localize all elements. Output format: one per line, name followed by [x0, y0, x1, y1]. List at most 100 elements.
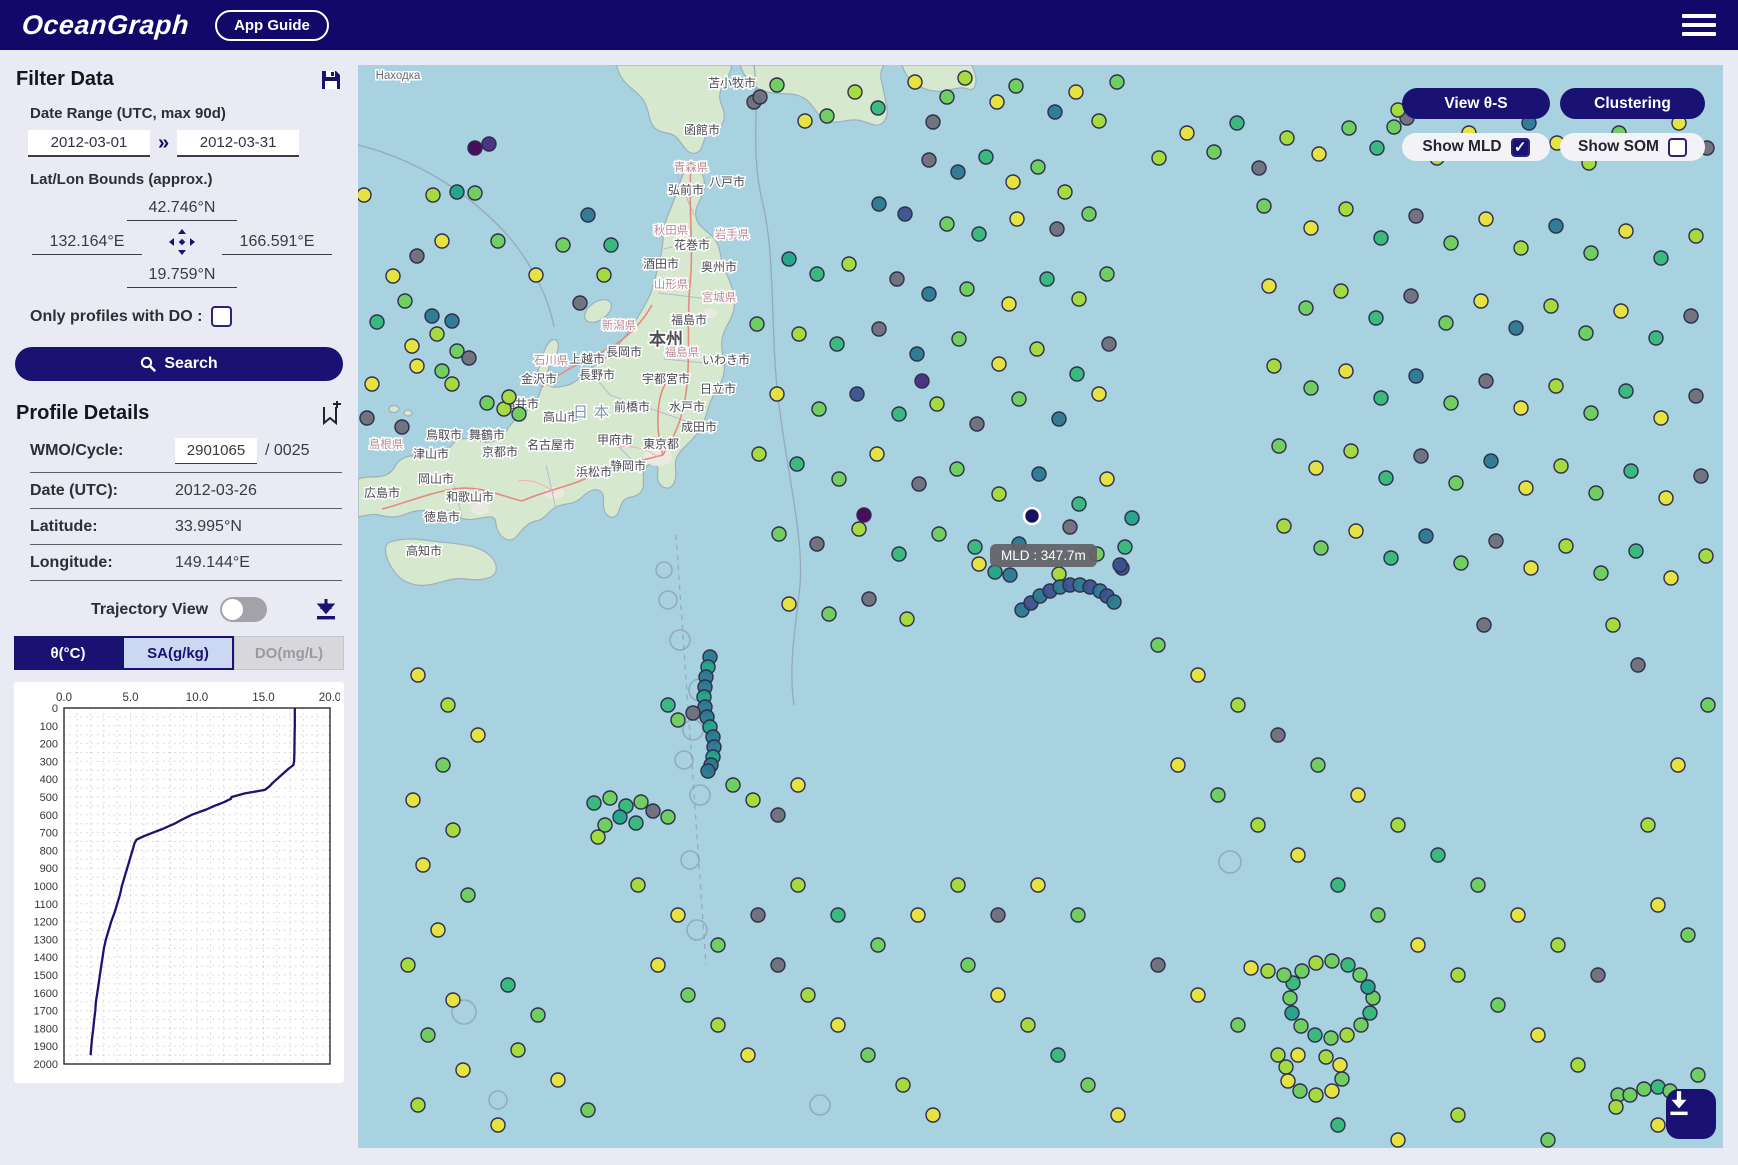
profile-marker[interactable]	[848, 85, 862, 99]
show-som-pill[interactable]: Show SOM	[1560, 133, 1705, 161]
profile-marker[interactable]	[871, 938, 885, 952]
east-bound-input[interactable]	[222, 230, 332, 255]
profile-marker[interactable]	[410, 359, 424, 373]
profile-marker[interactable]	[1339, 364, 1353, 378]
profile-marker[interactable]	[480, 396, 494, 410]
profile-marker[interactable]	[1285, 1006, 1299, 1020]
profile-marker[interactable]	[1293, 1084, 1307, 1098]
profile-marker[interactable]	[1409, 209, 1423, 223]
profile-marker[interactable]	[1681, 928, 1695, 942]
profile-marker[interactable]	[926, 115, 940, 129]
profile-marker[interactable]	[556, 238, 570, 252]
profile-marker[interactable]	[1012, 392, 1026, 406]
profile-marker[interactable]	[701, 764, 715, 778]
profile-marker[interactable]	[870, 447, 884, 461]
profile-marker[interactable]	[1072, 292, 1086, 306]
profile-marker[interactable]	[1207, 145, 1221, 159]
profile-marker[interactable]	[1110, 75, 1124, 89]
profile-marker[interactable]	[426, 188, 440, 202]
profile-marker[interactable]	[992, 357, 1006, 371]
profile-marker[interactable]	[1100, 267, 1114, 281]
search-button[interactable]: Search	[15, 347, 343, 381]
profile-marker[interactable]	[1349, 524, 1363, 538]
profile-marker[interactable]	[1549, 219, 1563, 233]
profile-marker[interactable]	[1058, 185, 1072, 199]
show-mld-checkbox[interactable]: ✓	[1511, 138, 1530, 157]
profile-marker[interactable]	[468, 186, 482, 200]
profile-marker[interactable]	[395, 420, 409, 434]
profile-marker[interactable]	[1439, 316, 1453, 330]
profile-marker[interactable]	[446, 993, 460, 1007]
profile-marker[interactable]	[1451, 968, 1465, 982]
profile-marker[interactable]	[1113, 558, 1127, 572]
menu-icon[interactable]	[1682, 9, 1716, 41]
profile-marker[interactable]	[1006, 175, 1020, 189]
profile-marker[interactable]	[1152, 151, 1166, 165]
profile-marker[interactable]	[791, 778, 805, 792]
profile-marker[interactable]	[1444, 236, 1458, 250]
profile-marker[interactable]	[386, 269, 400, 283]
move-icon[interactable]	[167, 227, 197, 257]
profile-marker[interactable]	[892, 407, 906, 421]
profile-marker[interactable]	[1544, 299, 1558, 313]
profile-marker[interactable]	[1614, 304, 1628, 318]
profile-marker[interactable]	[1314, 541, 1328, 555]
south-bound-input[interactable]	[127, 263, 237, 288]
profile-marker[interactable]	[603, 791, 617, 805]
profile-marker[interactable]	[1231, 698, 1245, 712]
date-start-input[interactable]	[28, 130, 150, 157]
do-filter-checkbox[interactable]	[211, 306, 232, 327]
profile-marker[interactable]	[1277, 519, 1291, 533]
profile-marker[interactable]	[798, 114, 812, 128]
profile-marker[interactable]	[711, 938, 725, 952]
profile-marker[interactable]	[782, 252, 796, 266]
profile-marker[interactable]	[922, 287, 936, 301]
profile-marker[interactable]	[1342, 121, 1356, 135]
profile-marker[interactable]	[1299, 301, 1313, 315]
profile-marker[interactable]	[1361, 980, 1375, 994]
profile-marker[interactable]	[573, 296, 587, 310]
profile-marker[interactable]	[360, 411, 374, 425]
profile-marker[interactable]	[1267, 359, 1281, 373]
profile-marker[interactable]	[1659, 491, 1673, 505]
profile-marker[interactable]	[968, 540, 982, 554]
profile-marker[interactable]	[482, 137, 496, 151]
profile-marker[interactable]	[1333, 1058, 1347, 1072]
profile-marker[interactable]	[491, 234, 505, 248]
profile-marker[interactable]	[450, 185, 464, 199]
profile-marker[interactable]	[1309, 461, 1323, 475]
bookmark-add-icon[interactable]	[320, 401, 342, 425]
profile-marker[interactable]	[926, 1108, 940, 1122]
profile-marker[interactable]	[1341, 958, 1355, 972]
profile-marker[interactable]	[1331, 1118, 1345, 1132]
north-bound-input[interactable]	[127, 196, 237, 221]
profile-marker[interactable]	[1111, 1108, 1125, 1122]
profile-marker[interactable]	[750, 317, 764, 331]
profile-marker[interactable]	[631, 878, 645, 892]
profile-marker[interactable]	[900, 612, 914, 626]
profile-marker[interactable]	[872, 197, 886, 211]
profile-marker[interactable]	[1637, 1082, 1651, 1096]
profile-marker[interactable]	[1180, 126, 1194, 140]
profile-marker[interactable]	[1514, 401, 1528, 415]
profile-marker[interactable]	[365, 377, 379, 391]
profile-marker[interactable]	[1251, 818, 1265, 832]
profile-marker[interactable]	[416, 858, 430, 872]
profile-marker[interactable]	[1107, 595, 1121, 609]
profile-marker[interactable]	[790, 457, 804, 471]
profile-marker[interactable]	[1262, 279, 1276, 293]
profile-marker[interactable]	[1051, 1048, 1065, 1062]
profile-marker[interactable]	[1474, 294, 1488, 308]
profile-marker[interactable]	[958, 71, 972, 85]
profile-marker[interactable]	[922, 153, 936, 167]
profile-marker[interactable]	[1594, 566, 1608, 580]
profile-marker[interactable]	[1654, 251, 1668, 265]
tab-oxygen[interactable]: DO(mg/L)	[234, 636, 344, 670]
profile-marker[interactable]	[911, 908, 925, 922]
view-theta-s-button[interactable]: View θ-S	[1402, 88, 1550, 119]
profile-marker[interactable]	[430, 327, 444, 341]
profile-marker[interactable]	[1040, 272, 1054, 286]
profile-marker[interactable]	[1261, 964, 1275, 978]
profile-marker[interactable]	[1031, 878, 1045, 892]
profile-marker[interactable]	[1449, 476, 1463, 490]
